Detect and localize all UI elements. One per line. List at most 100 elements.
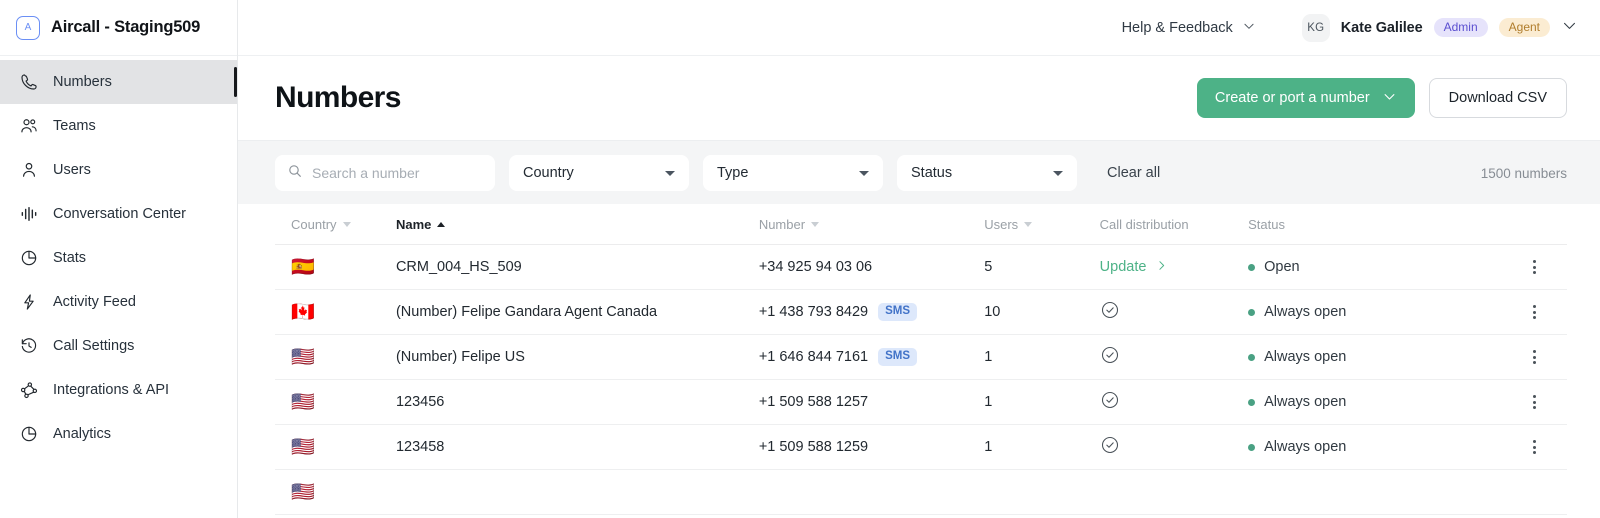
help-label: Help & Feedback (1122, 20, 1233, 36)
sidebar-item-analytics[interactable]: Analytics (0, 412, 237, 456)
more-options-icon[interactable] (1501, 350, 1567, 364)
column-header-country[interactable]: Country (275, 204, 396, 245)
lightning-icon (18, 292, 39, 313)
sidebar-item-stats[interactable]: Stats (0, 236, 237, 280)
more-options-icon[interactable] (1501, 305, 1567, 319)
cell-status (1248, 470, 1501, 515)
type-filter-label: Type (717, 165, 748, 181)
country-filter-select[interactable]: Country (509, 155, 689, 191)
status-text: Always open (1264, 394, 1346, 410)
cell-users: 5 (984, 245, 1099, 290)
help-and-feedback-menu[interactable]: Help & Feedback (1122, 19, 1256, 37)
more-options-icon[interactable] (1501, 260, 1567, 274)
cell-call-distribution[interactable] (1100, 425, 1248, 470)
sidebar-item-activity-feed[interactable]: Activity Feed (0, 280, 237, 324)
status-dot (1248, 444, 1255, 451)
search-box[interactable] (275, 155, 495, 191)
number-text: +1 509 588 1259 (759, 439, 868, 455)
pie-chart-icon (18, 248, 39, 269)
status-filter-select[interactable]: Status (897, 155, 1077, 191)
page-header: Numbers Create or port a number Download… (238, 56, 1600, 140)
check-circle-icon[interactable] (1100, 300, 1120, 320)
table-row[interactable]: 🇺🇸 (Number) Felipe US +1 646 844 7161 SM… (275, 335, 1567, 380)
search-input[interactable] (312, 165, 483, 181)
cell-actions[interactable] (1501, 380, 1567, 425)
sidebar-item-users[interactable]: Users (0, 148, 237, 192)
create-or-port-number-label: Create or port a number (1215, 90, 1370, 106)
more-options-icon[interactable] (1501, 440, 1567, 454)
cell-actions[interactable] (1501, 290, 1567, 335)
sort-ascending-icon (437, 222, 445, 227)
column-header-call-distribution: Call distribution (1100, 204, 1248, 245)
cell-name: (Number) Felipe Gandara Agent Canada (396, 290, 759, 335)
cell-actions[interactable] (1501, 245, 1567, 290)
sidebar-item-numbers[interactable]: Numbers (0, 60, 237, 104)
sidebar-item-teams[interactable]: Teams (0, 104, 237, 148)
column-header-actions (1501, 204, 1567, 245)
brand-header[interactable]: A Aircall - Staging509 (0, 0, 237, 56)
cell-actions[interactable] (1501, 335, 1567, 380)
cell-actions[interactable] (1501, 425, 1567, 470)
top-bar: Help & Feedback KG Kate Galilee Admin Ag… (238, 0, 1600, 56)
flag-icon: 🇺🇸 (291, 437, 315, 458)
numbers-table: Country Name Number (275, 204, 1567, 515)
chevron-down-icon (859, 171, 869, 176)
cell-number: +1 509 588 1259 (759, 425, 984, 470)
sidebar-item-conversation-center[interactable]: Conversation Center (0, 192, 237, 236)
check-circle-icon[interactable] (1100, 390, 1120, 410)
column-header-name[interactable]: Name (396, 204, 759, 245)
page-actions: Create or port a number Download CSV (1197, 78, 1567, 118)
download-csv-button[interactable]: Download CSV (1429, 78, 1567, 118)
sms-badge: SMS (878, 348, 917, 367)
country-filter-label: Country (523, 165, 574, 181)
table-body: 🇪🇸 CRM_004_HS_509 +34 925 94 03 06 5 Upd… (275, 245, 1567, 515)
cell-call-distribution[interactable] (1100, 335, 1248, 380)
sort-descending-icon (811, 222, 819, 227)
check-circle-icon[interactable] (1100, 345, 1120, 365)
column-header-users[interactable]: Users (984, 204, 1099, 245)
users-group-icon (18, 116, 39, 137)
more-options-icon[interactable] (1501, 395, 1567, 409)
app-root: A Aircall - Staging509 Numbers Teams (0, 0, 1600, 518)
table-header: Country Name Number (275, 204, 1567, 245)
number-text: +34 925 94 03 06 (759, 259, 872, 275)
table-row-partial[interactable]: 🇺🇸 (275, 470, 1567, 515)
sidebar-item-label: Call Settings (53, 338, 134, 354)
sidebar-item-label: Conversation Center (53, 206, 186, 222)
type-filter-select[interactable]: Type (703, 155, 883, 191)
update-link[interactable]: Update (1100, 259, 1169, 276)
sidebar-item-integrations-api[interactable]: Integrations & API (0, 368, 237, 412)
sidebar-item-label: Activity Feed (53, 294, 136, 310)
number-text: +1 509 588 1257 (759, 394, 868, 410)
sidebar-item-call-settings[interactable]: Call Settings (0, 324, 237, 368)
sidebar-item-label: Numbers (53, 74, 112, 90)
table-row[interactable]: 🇨🇦 (Number) Felipe Gandara Agent Canada … (275, 290, 1567, 335)
table-header-row: Country Name Number (275, 204, 1567, 245)
cell-call-distribution[interactable] (1100, 290, 1248, 335)
create-or-port-number-button[interactable]: Create or port a number (1197, 78, 1415, 118)
cell-call-distribution[interactable] (1100, 380, 1248, 425)
flag-icon: 🇪🇸 (291, 257, 315, 278)
sidebar: A Aircall - Staging509 Numbers Teams (0, 0, 238, 518)
table-row[interactable]: 🇪🇸 CRM_004_HS_509 +34 925 94 03 06 5 Upd… (275, 245, 1567, 290)
cell-status: Always open (1248, 380, 1501, 425)
status-text: Always open (1264, 349, 1346, 365)
user-menu[interactable]: KG Kate Galilee Admin Agent (1302, 14, 1578, 42)
cell-call-distribution[interactable]: Update (1100, 245, 1248, 290)
clear-all-button[interactable]: Clear all (1107, 165, 1160, 181)
chevron-down-icon[interactable] (1561, 17, 1578, 39)
cell-users: 10 (984, 290, 1099, 335)
status-dot (1248, 264, 1255, 271)
column-header-number[interactable]: Number (759, 204, 984, 245)
cell-actions (1501, 470, 1567, 515)
cell-number: +1 509 588 1257 (759, 380, 984, 425)
cell-users (984, 470, 1099, 515)
cell-country: 🇺🇸 (275, 470, 396, 515)
active-indicator (234, 67, 237, 97)
user-icon (18, 160, 39, 181)
table-row[interactable]: 🇺🇸 123458 +1 509 588 1259 1 (275, 425, 1567, 470)
check-circle-icon[interactable] (1100, 435, 1120, 455)
cell-users: 1 (984, 425, 1099, 470)
cell-name: 123458 (396, 425, 759, 470)
table-row[interactable]: 🇺🇸 123456 +1 509 588 1257 1 (275, 380, 1567, 425)
